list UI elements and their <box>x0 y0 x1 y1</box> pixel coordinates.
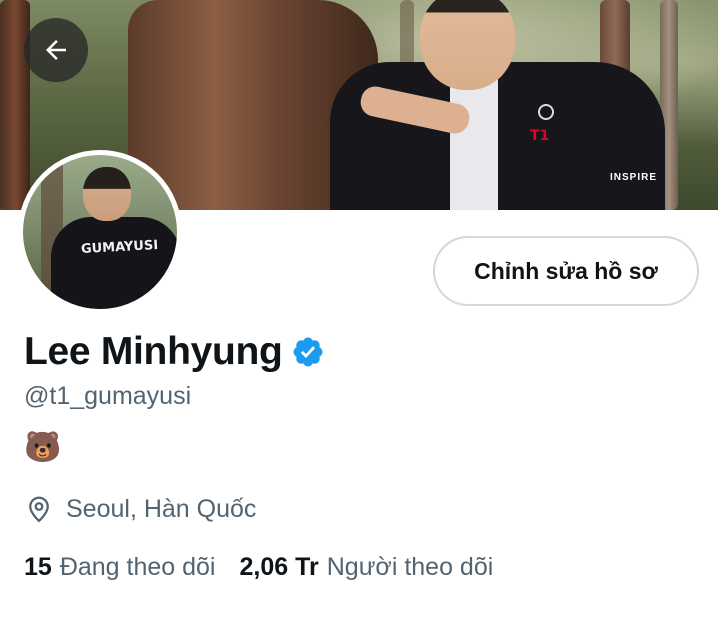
profile-location: Seoul, Hàn Quốc <box>66 494 257 523</box>
shirt <box>450 78 498 210</box>
followers-label: Người theo dõi <box>326 553 494 581</box>
banner-person: T1 INSPIRE <box>320 0 670 210</box>
verified-badge-icon <box>293 337 323 367</box>
following-label: Đang theo dõi <box>59 553 216 581</box>
following-count: 15 <box>24 553 52 581</box>
followers-count: 2,06 Tr <box>239 553 319 581</box>
back-button[interactable] <box>24 18 88 82</box>
avatar[interactable]: GUMAYUSI <box>18 150 182 314</box>
profile-handle: @t1_gumayusi <box>24 382 192 410</box>
team-logo: T1 <box>530 128 550 144</box>
follow-stats: 15 Đang theo dõi 2,06 Tr Người theo dõi <box>24 553 493 582</box>
following-link[interactable]: 15 Đang theo dõi <box>24 553 216 582</box>
profile-bio: 🐻 <box>24 431 62 464</box>
followers-link[interactable]: 2,06 Tr Người theo dõi <box>240 553 494 582</box>
jacket-patch: INSPIRE <box>610 172 658 183</box>
arrow-left-icon <box>46 40 66 60</box>
location-pin-icon <box>29 496 49 523</box>
person-head <box>420 0 515 90</box>
sponsor-logo <box>538 104 554 120</box>
tree-trunk <box>0 0 30 210</box>
edit-profile-button[interactable]: Chỉnh sửa hồ sơ <box>433 236 699 306</box>
avatar-head <box>83 167 131 221</box>
avatar-body <box>51 217 177 309</box>
location-row: Seoul, Hàn Quốc <box>24 494 256 524</box>
profile-name: Lee Minhyung <box>24 330 283 373</box>
profile-name-row: Lee Minhyung <box>24 330 325 374</box>
